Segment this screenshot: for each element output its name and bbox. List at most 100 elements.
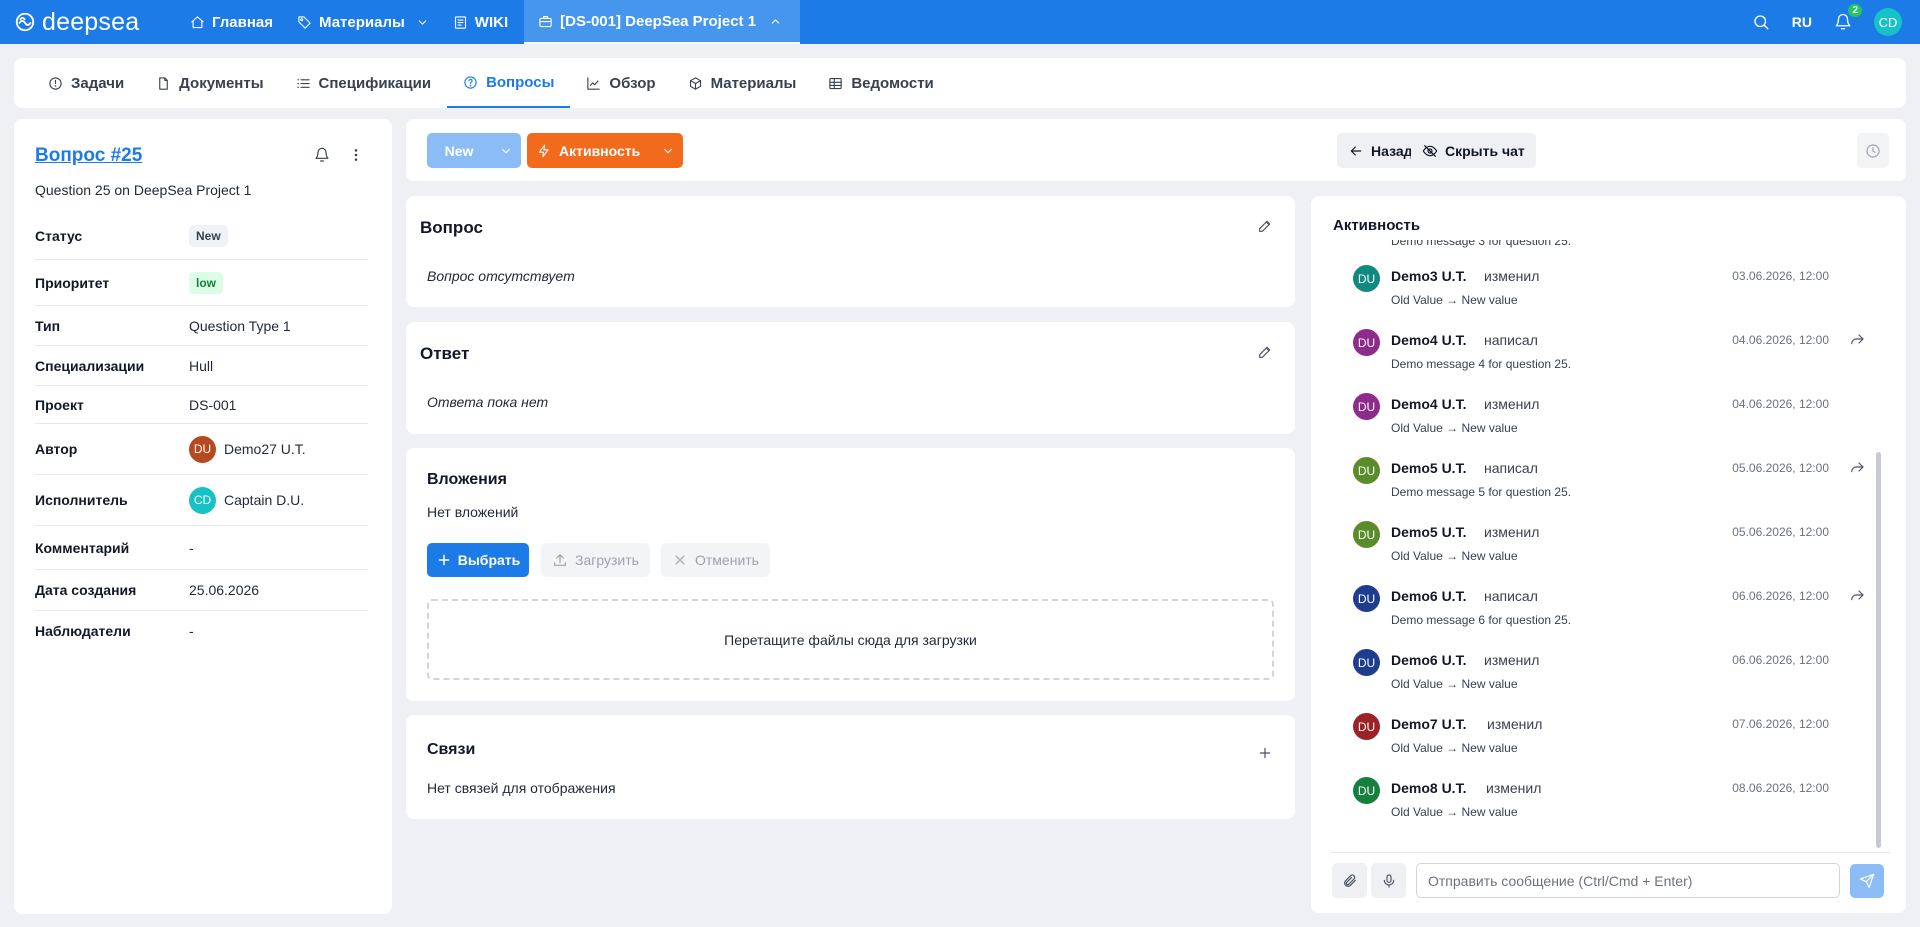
top-right-actions: RU 2 CD — [1752, 0, 1902, 44]
question-properties: Статус New Приоритет low Тип Question Ty… — [35, 213, 368, 651]
activity-item: DU Demo6 U.T. изменил 06.06.2026, 12:00 Old … — [1331, 640, 1871, 704]
search-icon[interactable] — [1752, 13, 1770, 31]
notifications[interactable]: 2 — [1834, 4, 1862, 31]
more-vertical-icon[interactable] — [348, 147, 364, 163]
prop-value: DS-001 — [189, 396, 237, 413]
prop-author: Автор DU Demo27 U.T. — [35, 424, 368, 475]
status-dropdown-button[interactable]: New — [427, 133, 521, 168]
file-dropzone[interactable]: Перетащите файлы сюда для загрузки — [427, 599, 1274, 680]
tab-documents[interactable]: Документы — [140, 58, 279, 108]
attach-button[interactable] — [1332, 863, 1367, 898]
status-badge: New — [189, 225, 228, 247]
activity-item: DU Demo4 U.T. изменил 04.06.2026, 12:00 Old … — [1331, 384, 1871, 448]
prop-value: Hull — [189, 357, 214, 374]
prop-watchers: Наблюдатели - — [35, 611, 368, 651]
status-button-label: New — [444, 142, 474, 159]
avatar: DU — [1353, 393, 1380, 420]
prop-project: Проект DS-001 — [35, 386, 368, 424]
activity-verb: изменил — [1484, 652, 1540, 668]
activity-message: Old Value → New value — [1391, 677, 1518, 691]
activity-author: Demo6 U.T. — [1391, 652, 1467, 668]
activity-author: Demo7 U.T. — [1391, 716, 1467, 732]
nav-home[interactable]: Главная — [178, 0, 285, 44]
question-card-title: Вопрос — [420, 218, 483, 237]
tab-label: Обзор — [609, 74, 656, 92]
chart-icon — [587, 76, 601, 90]
nav-project[interactable]: [DS-001] DeepSea Project 1 — [524, 0, 801, 44]
nav-materials[interactable]: Материалы — [285, 0, 441, 44]
prop-label: Специализации — [35, 357, 145, 374]
activity-button-label: Активность — [559, 142, 641, 159]
reply-arrow-icon[interactable] — [1849, 459, 1865, 475]
attachments-title: Вложения — [427, 471, 507, 488]
prop-value: - — [189, 623, 194, 639]
activity-list: DU Demo3 U.T. изменил 03.06.2026, 12:00 Old … — [1331, 256, 1871, 846]
home-icon — [191, 15, 204, 28]
nav-wiki[interactable]: WIKI — [441, 0, 520, 44]
tab-statements[interactable]: Ведомости — [812, 58, 949, 108]
attachments-empty: Нет вложений — [427, 504, 519, 520]
language-switch[interactable]: RU — [1792, 14, 1812, 30]
activity-item: DU Demo5 U.T. написал 05.06.2026, 12:00 Demo… — [1331, 448, 1871, 512]
cancel-button[interactable]: Отменить — [661, 543, 770, 577]
tab-materials[interactable]: Материалы — [672, 58, 813, 108]
question-icon — [464, 75, 477, 89]
upload-button[interactable]: Загрузить — [541, 543, 650, 577]
cancel-label: Отменить — [695, 552, 759, 568]
activity-date: 03.06.2026, 12:00 — [1732, 269, 1829, 283]
prop-label: Автор — [35, 441, 78, 457]
activity-message: Demo message 5 for question 25. — [1391, 485, 1572, 499]
prop-assignee: Исполнитель CD Captain D.U. — [35, 475, 368, 526]
prop-type: Тип Question Type 1 — [35, 306, 368, 346]
chat-divider — [1331, 852, 1891, 853]
reply-arrow-icon[interactable] — [1849, 587, 1865, 603]
tab-tasks[interactable]: Задачи — [32, 58, 140, 108]
tab-label: Материалы — [710, 74, 797, 92]
bell-icon[interactable] — [314, 147, 330, 163]
priority-badge: low — [189, 271, 223, 294]
tab-questions[interactable]: Вопросы — [447, 58, 571, 108]
voice-button[interactable] — [1371, 863, 1406, 898]
doc-icon — [454, 15, 466, 29]
reply-arrow-icon[interactable] — [1849, 331, 1865, 347]
links-empty: Нет связей для отображения — [427, 780, 616, 796]
answer-card-empty: Ответа пока нет — [427, 394, 549, 410]
avatar: DU — [1353, 265, 1380, 292]
pencil-icon[interactable] — [1257, 344, 1273, 360]
chat-message-input[interactable] — [1416, 863, 1840, 898]
history-button[interactable] — [1857, 133, 1889, 168]
brand-logo[interactable]: deepsea — [14, 9, 178, 35]
send-button[interactable] — [1850, 864, 1884, 898]
question-title[interactable]: Вопрос #25 — [35, 145, 142, 167]
choose-label: Выбрать — [457, 552, 521, 568]
choose-file-button[interactable]: Выбрать — [427, 543, 529, 577]
activity-scrollbar[interactable] — [1876, 452, 1881, 848]
prop-label: Комментарий — [35, 539, 130, 556]
activity-verb: написал — [1484, 588, 1538, 604]
activity-date: 08.06.2026, 12:00 — [1732, 781, 1829, 795]
tab-overview[interactable]: Обзор — [570, 58, 671, 108]
answer-card: Ответ Ответа пока нет — [406, 322, 1295, 434]
chevron-down-icon — [663, 148, 673, 153]
eye-off-icon — [1422, 144, 1438, 157]
prop-created: Дата создания 25.06.2026 — [35, 570, 368, 611]
nav-materials-label: Материалы — [319, 13, 405, 31]
tab-specifications[interactable]: Спецификации — [280, 58, 448, 108]
file-icon — [159, 76, 168, 90]
activity-author: Demo8 U.T. — [1391, 780, 1467, 796]
prop-label: Статус — [35, 228, 83, 244]
answer-card-title: Ответ — [420, 344, 470, 363]
activity-message: Demo message 6 for question 25. — [1391, 613, 1572, 627]
hide-chat-button[interactable]: Скрыть чат — [1411, 133, 1536, 168]
user-avatar[interactable]: CD — [1874, 8, 1902, 36]
prop-comment: Комментарий - — [35, 526, 368, 570]
activity-item: DU Demo3 U.T. изменил 03.06.2026, 12:00 Old … — [1331, 256, 1871, 320]
plus-icon[interactable] — [1257, 745, 1273, 761]
pencil-icon[interactable] — [1257, 218, 1273, 234]
activity-verb: изменил — [1484, 396, 1540, 412]
avatar: DU — [1353, 777, 1380, 804]
list-icon — [296, 78, 310, 88]
assignee-name: Captain D.U. — [224, 492, 305, 508]
activity-dropdown-button[interactable]: Активность — [527, 133, 683, 168]
tab-label: Документы — [179, 74, 264, 92]
